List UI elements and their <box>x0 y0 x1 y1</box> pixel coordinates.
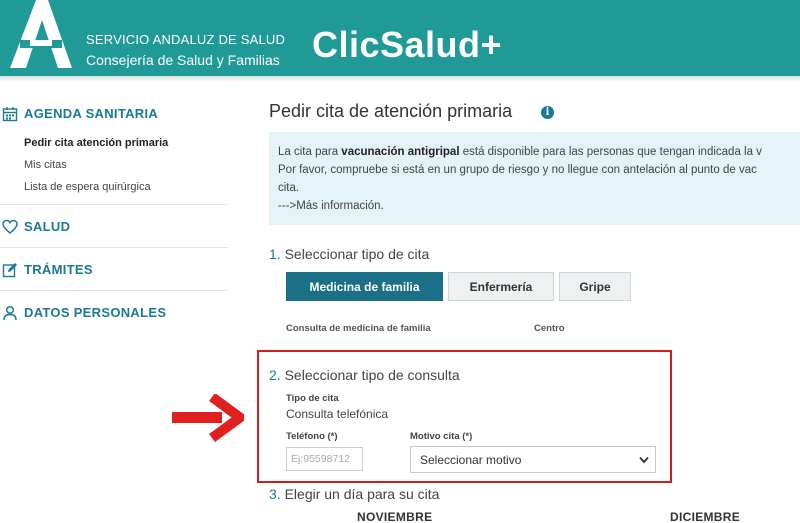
sidebar-item-lista-espera[interactable]: Lista de espera quirúrgica <box>24 176 230 198</box>
info-notice: La cita para vacunación antigripal está … <box>269 132 800 225</box>
tipo-cita-label: Tipo de cita <box>286 393 339 404</box>
sidebar-section-datos[interactable]: DATOS PERSONALES <box>0 299 230 327</box>
org-line-2: Consejería de Salud y Familias <box>86 52 280 68</box>
step-3-heading: 3. Elegir un día para su cita <box>269 486 439 502</box>
calendar-icon <box>2 107 18 122</box>
telefono-input[interactable] <box>286 447 363 471</box>
notice-text: La cita para <box>278 146 342 158</box>
sidebar-section-label: AGENDA SANITARIA <box>24 106 159 121</box>
tab-enfermeria[interactable]: Enfermería <box>448 272 554 301</box>
org-line-1: SERVICIO ANDALUZ DE SALUD <box>86 32 286 47</box>
notice-bold-text: vacunación antigripal <box>341 146 460 158</box>
sidebar-section-label: DATOS PERSONALES <box>24 305 167 320</box>
header-shadow <box>0 76 800 82</box>
notice-line-2: Por favor, compruebe si está en un grupo… <box>278 164 757 176</box>
motivo-label: Motivo cita (*) <box>410 431 473 442</box>
sidebar-item-pedir-cita[interactable]: Pedir cita atención primaria <box>24 132 230 154</box>
step-number: 3. <box>269 486 281 502</box>
step-number: 2. <box>269 367 281 383</box>
step-number: 1. <box>269 246 281 262</box>
motivo-select-value: Seleccionar motivo <box>420 453 522 467</box>
month-label-diciembre: DICIEMBRE <box>670 510 741 523</box>
heart-icon <box>2 219 18 234</box>
arrow-right-icon <box>172 394 244 442</box>
telefono-label: Teléfono (*) <box>286 431 338 442</box>
app-header: SERVICIO ANDALUZ DE SALUD Consejería de … <box>0 0 800 76</box>
notice-line-3: cita. <box>278 182 300 194</box>
notice-text: está disponible para las personas que te… <box>459 146 762 158</box>
step-label: Seleccionar tipo de cita <box>284 246 430 262</box>
brand-logo[interactable]: ClicSalud+ <box>312 24 502 66</box>
step-label: Elegir un día para su cita <box>284 486 440 502</box>
sidebar-section-label: TRÁMITES <box>24 262 93 277</box>
tab-gripe[interactable]: Gripe <box>559 272 631 301</box>
sidebar-section-tramites[interactable]: TRÁMITES <box>0 256 230 284</box>
junta-andalucia-logo-icon[interactable] <box>6 0 74 68</box>
step-label: Seleccionar tipo de consulta <box>284 367 460 383</box>
column-header-centro: Centro <box>534 323 565 334</box>
sidebar-item-mis-citas[interactable]: Mis citas <box>24 154 230 176</box>
column-header-consulta: Consulta de medicina de familia <box>286 323 431 334</box>
edit-icon <box>2 263 17 278</box>
user-icon <box>3 305 17 321</box>
tipo-cita-value: Consulta telefónica <box>286 407 389 421</box>
more-info-link[interactable]: --->Más información. <box>278 197 800 215</box>
month-label-noviembre: NOVIEMBRE <box>357 510 433 523</box>
notice-line-1: La cita para vacunación antigripal está … <box>278 143 800 161</box>
step-1-heading: 1. Seleccionar tipo de cita <box>269 246 429 262</box>
sidebar-section-agenda[interactable]: AGENDA SANITARIA <box>0 100 230 128</box>
step-2-heading: 2. Seleccionar tipo de consulta <box>269 367 460 383</box>
page-title: Pedir cita de atención primaria <box>269 101 513 121</box>
organization-name: SERVICIO ANDALUZ DE SALUD Consejería de … <box>86 30 285 70</box>
chevron-down-icon <box>639 456 649 464</box>
sidebar-section-salud[interactable]: SALUD <box>0 213 230 241</box>
motivo-select[interactable]: Seleccionar motivo <box>410 446 656 473</box>
info-icon[interactable]: i <box>541 106 554 119</box>
sidebar-section-label: SALUD <box>24 219 71 234</box>
tab-medicina-familia[interactable]: Medicina de familia <box>286 272 443 301</box>
sidebar: AGENDA SANITARIA Pedir cita atención pri… <box>0 100 230 327</box>
